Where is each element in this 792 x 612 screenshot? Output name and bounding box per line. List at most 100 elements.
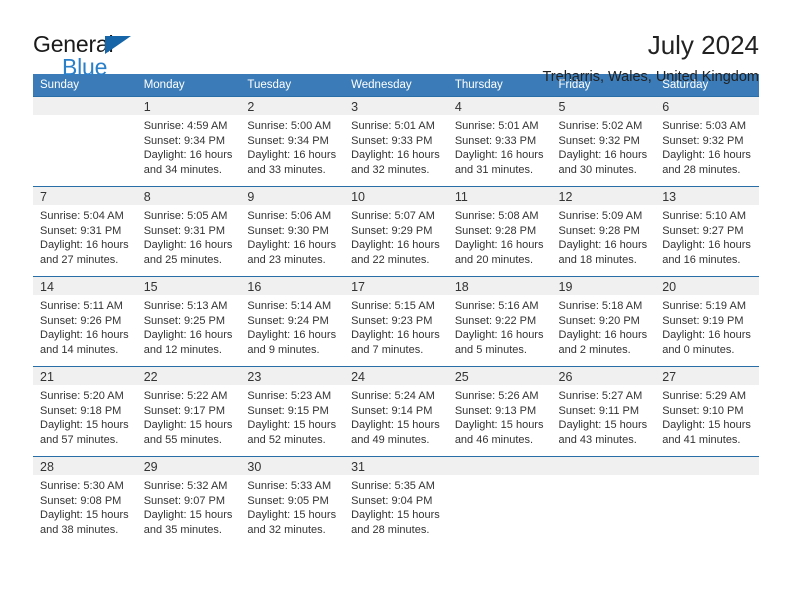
sunrise-text: Sunrise: 5:15 AM: [351, 300, 435, 312]
day-number: 9: [240, 187, 345, 205]
day-details: Sunrise: 5:35 AM Sunset: 9:04 PM Daylight:…: [344, 475, 448, 537]
calendar-day-cell[interactable]: 21 Sunrise: 5:20 AM Sunset: 9:18 PM Dayligh…: [33, 366, 137, 457]
sunrise-text: Sunrise: 5:35 AM: [351, 480, 435, 492]
day-number: 22: [136, 367, 241, 385]
calendar-day-cell[interactable]: 5 Sunrise: 5:02 AM Sunset: 9:32 PM Daylight…: [551, 96, 656, 187]
daylight-text: Daylight: 16 hours and 32 minutes.: [351, 149, 440, 176]
day-details: Sunrise: 5:08 AM Sunset: 9:28 PM Daylight:…: [448, 205, 552, 267]
logo-text-general: General: [33, 32, 193, 57]
sunrise-text: Sunrise: 5:06 AM: [247, 210, 332, 222]
calendar-cell-empty: [551, 456, 656, 547]
daylight-text: Daylight: 16 hours and 20 minutes.: [454, 239, 544, 266]
daylight-text: Daylight: 16 hours and 31 minutes.: [454, 149, 544, 176]
calendar-week-row: 28 Sunrise: 5:30 AM Sunset: 9:08 PM Dayligh…: [33, 456, 759, 547]
sunrise-text: Sunrise: 5:16 AM: [454, 300, 539, 312]
calendar-day-cell[interactable]: 6 Sunrise: 5:03 AM Sunset: 9:32 PM Daylight…: [655, 96, 759, 187]
sunset-text: Sunset: 9:04 PM: [351, 494, 433, 507]
calendar-day-cell[interactable]: 8 Sunrise: 5:05 AM Sunset: 9:31 PM Daylight…: [136, 186, 241, 277]
day-details: Sunrise: 5:16 AM Sunset: 9:22 PM Daylight:…: [448, 295, 552, 357]
calendar-day-cell[interactable]: 31 Sunrise: 5:35 AM Sunset: 9:04 PM Dayligh…: [344, 456, 448, 547]
daylight-text: Daylight: 16 hours and 0 minutes.: [662, 329, 751, 356]
calendar-day-cell[interactable]: 10 Sunrise: 5:07 AM Sunset: 9:29 PM Dayligh…: [344, 186, 448, 277]
calendar-day-cell[interactable]: 19 Sunrise: 5:18 AM Sunset: 9:20 PM Dayligh…: [551, 276, 656, 367]
sunset-text: Sunset: 9:08 PM: [40, 494, 122, 507]
calendar-week-row: 7 Sunrise: 5:04 AM Sunset: 9:31 PM Daylight…: [33, 186, 759, 277]
general-blue-logo[interactable]: General Blue: [33, 30, 193, 79]
daylight-text: Daylight: 15 hours and 52 minutes.: [247, 419, 337, 446]
day-number: 16: [240, 277, 345, 295]
daylight-text: Daylight: 16 hours and 18 minutes.: [558, 239, 648, 266]
day-number: 4: [447, 97, 552, 115]
calendar-day-cell[interactable]: 26 Sunrise: 5:27 AM Sunset: 9:11 PM Dayligh…: [551, 366, 656, 457]
day-details: Sunrise: 5:27 AM Sunset: 9:11 PM Daylight:…: [552, 385, 656, 447]
calendar-day-cell[interactable]: 16 Sunrise: 5:14 AM Sunset: 9:24 PM Dayligh…: [240, 276, 345, 367]
sunrise-text: Sunrise: 5:33 AM: [247, 480, 332, 492]
calendar-day-cell[interactable]: 17 Sunrise: 5:15 AM Sunset: 9:23 PM Dayligh…: [344, 276, 448, 367]
calendar-week-row: 1 Sunrise: 4:59 AM Sunset: 9:34 PM Daylight…: [33, 96, 759, 187]
sunset-text: Sunset: 9:23 PM: [351, 314, 433, 327]
calendar-day-cell[interactable]: 29 Sunrise: 5:32 AM Sunset: 9:07 PM Dayligh…: [136, 456, 241, 547]
calendar-day-cell[interactable]: 3 Sunrise: 5:01 AM Sunset: 9:33 PM Daylight…: [344, 96, 448, 187]
day-number: 21: [33, 367, 137, 385]
calendar-day-cell[interactable]: 14 Sunrise: 5:11 AM Sunset: 9:26 PM Dayligh…: [33, 276, 137, 367]
sunset-text: Sunset: 9:11 PM: [558, 404, 640, 417]
calendar-cell-empty: [33, 96, 137, 187]
sunrise-text: Sunrise: 5:13 AM: [143, 300, 228, 312]
sunset-text: Sunset: 9:33 PM: [351, 134, 433, 147]
sunset-text: Sunset: 9:05 PM: [247, 494, 329, 507]
calendar-day-cell[interactable]: 30 Sunrise: 5:33 AM Sunset: 9:05 PM Dayligh…: [240, 456, 345, 547]
triangle-icon: [105, 36, 131, 54]
calendar-day-cell[interactable]: 28 Sunrise: 5:30 AM Sunset: 9:08 PM Dayligh…: [33, 456, 137, 547]
calendar-day-cell[interactable]: 15 Sunrise: 5:13 AM Sunset: 9:25 PM Dayligh…: [136, 276, 241, 367]
day-details: Sunrise: 5:11 AM Sunset: 9:26 PM Daylight:…: [33, 295, 137, 357]
sunrise-text: Sunrise: 5:03 AM: [662, 120, 746, 132]
calendar-day-cell[interactable]: 22 Sunrise: 5:22 AM Sunset: 9:17 PM Dayligh…: [136, 366, 241, 457]
day-details: Sunrise: 5:05 AM Sunset: 9:31 PM Daylight:…: [137, 205, 241, 267]
day-number: 29: [136, 457, 241, 475]
calendar-day-cell[interactable]: 2 Sunrise: 5:00 AM Sunset: 9:34 PM Daylight…: [240, 96, 345, 187]
daylight-text: Daylight: 15 hours and 46 minutes.: [454, 419, 544, 446]
calendar-week-row: 14 Sunrise: 5:11 AM Sunset: 9:26 PM Dayligh…: [33, 276, 759, 367]
weekday-header-wednesday: Wednesday: [344, 74, 448, 97]
daylight-text: Daylight: 16 hours and 33 minutes.: [247, 149, 337, 176]
calendar-day-cell[interactable]: 20 Sunrise: 5:19 AM Sunset: 9:19 PM Dayligh…: [655, 276, 759, 367]
weekday-header-tuesday: Tuesday: [240, 74, 345, 97]
calendar-day-cell[interactable]: 24 Sunrise: 5:24 AM Sunset: 9:14 PM Dayligh…: [344, 366, 448, 457]
calendar-day-cell[interactable]: 12 Sunrise: 5:09 AM Sunset: 9:28 PM Dayligh…: [551, 186, 656, 277]
day-details: Sunrise: 5:01 AM Sunset: 9:33 PM Daylight:…: [448, 115, 552, 177]
calendar-day-cell[interactable]: 18 Sunrise: 5:16 AM Sunset: 9:22 PM Dayligh…: [447, 276, 552, 367]
day-number: 28: [33, 457, 137, 475]
day-number: [33, 97, 137, 115]
calendar-day-cell[interactable]: 25 Sunrise: 5:26 AM Sunset: 9:13 PM Dayligh…: [447, 366, 552, 457]
sunrise-text: Sunrise: 5:22 AM: [143, 390, 228, 402]
daylight-text: Daylight: 16 hours and 23 minutes.: [247, 239, 337, 266]
daylight-text: Daylight: 16 hours and 2 minutes.: [558, 329, 648, 356]
page-header: General Blue July 2024 Treharris, Wales,…: [33, 0, 759, 85]
calendar-day-cell[interactable]: 9 Sunrise: 5:06 AM Sunset: 9:30 PM Daylight…: [240, 186, 345, 277]
title-block: July 2024 Treharris, Wales, United Kingd…: [542, 30, 759, 86]
day-details: Sunrise: 5:18 AM Sunset: 9:20 PM Daylight:…: [552, 295, 656, 357]
calendar-day-cell[interactable]: 11 Sunrise: 5:08 AM Sunset: 9:28 PM Dayligh…: [447, 186, 552, 277]
sunrise-text: Sunrise: 5:01 AM: [454, 120, 539, 132]
sunset-text: Sunset: 9:26 PM: [40, 314, 122, 327]
day-details: Sunrise: 5:33 AM Sunset: 9:05 PM Daylight:…: [240, 475, 344, 537]
calendar-day-cell[interactable]: 23 Sunrise: 5:23 AM Sunset: 9:15 PM Dayligh…: [240, 366, 345, 457]
sunset-text: Sunset: 9:31 PM: [143, 224, 226, 237]
calendar-day-cell[interactable]: 27 Sunrise: 5:29 AM Sunset: 9:10 PM Dayligh…: [655, 366, 759, 457]
day-details: Sunrise: 5:03 AM Sunset: 9:32 PM Daylight:…: [655, 115, 759, 177]
sunset-text: Sunset: 9:34 PM: [143, 134, 226, 147]
calendar-day-cell[interactable]: 7 Sunrise: 5:04 AM Sunset: 9:31 PM Daylight…: [33, 186, 137, 277]
day-number: 10: [344, 187, 448, 205]
daylight-text: Daylight: 15 hours and 35 minutes.: [143, 509, 233, 536]
day-number: 15: [136, 277, 241, 295]
calendar-day-cell[interactable]: 13 Sunrise: 5:10 AM Sunset: 9:27 PM Dayligh…: [655, 186, 759, 277]
day-details: Sunrise: 4:59 AM Sunset: 9:34 PM Daylight:…: [137, 115, 241, 177]
calendar-body: 1 Sunrise: 4:59 AM Sunset: 9:34 PM Daylight…: [33, 96, 759, 547]
calendar-day-cell[interactable]: 4 Sunrise: 5:01 AM Sunset: 9:33 PM Daylight…: [447, 96, 552, 187]
sunrise-text: Sunrise: 5:18 AM: [558, 300, 643, 312]
day-number: 17: [344, 277, 448, 295]
calendar-day-cell[interactable]: 1 Sunrise: 4:59 AM Sunset: 9:34 PM Daylight…: [136, 96, 241, 187]
calendar-week-row: 21 Sunrise: 5:20 AM Sunset: 9:18 PM Dayligh…: [33, 366, 759, 457]
sunrise-text: Sunrise: 5:14 AM: [247, 300, 332, 312]
sunset-text: Sunset: 9:10 PM: [662, 404, 744, 417]
